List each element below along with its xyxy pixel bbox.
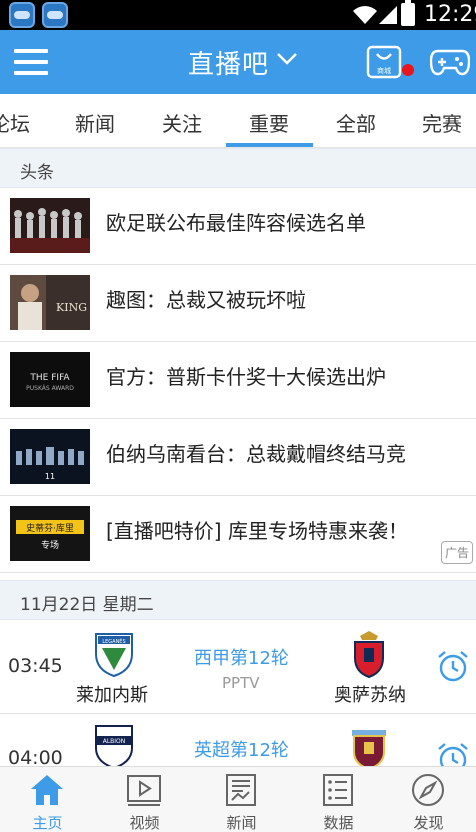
alarm-clock-icon[interactable]	[436, 649, 470, 683]
news-item[interactable]: THE FIFA PUSKÁS AWARD 官方：普斯卡什奖十大候选出炉	[0, 342, 476, 419]
news-thumbnail	[10, 198, 90, 253]
team-badge-osasuna	[354, 631, 384, 678]
nav-label: 新闻	[226, 814, 257, 832]
gamepad-icon[interactable]	[430, 47, 470, 77]
app-header: 直播吧 商城	[0, 30, 476, 94]
page-title[interactable]: 直播吧	[188, 44, 269, 81]
news-item-ad[interactable]: 史蒂芬·库里 专场 [直播吧特价] 库里专场特惠来袭！ 广告	[0, 496, 476, 573]
notification-dot	[402, 64, 414, 76]
shop-icon[interactable]: 商城	[366, 44, 402, 80]
signal-icon	[379, 6, 397, 24]
section-header-headlines: 头条	[0, 148, 476, 188]
tab-finished[interactable]: 完赛	[422, 108, 462, 137]
data-icon	[323, 774, 353, 806]
team-badge-west-brom: ALBION	[95, 725, 133, 770]
compass-icon	[412, 774, 444, 806]
tab-all[interactable]: 全部	[336, 108, 376, 137]
news-item[interactable]: 11 伯纳乌南看台：总裁戴帽终结马竞	[0, 419, 476, 496]
team-badge-burnley	[352, 730, 386, 770]
home-icon	[31, 775, 63, 805]
news-title: 官方：普斯卡什奖十大候选出炉	[106, 365, 386, 389]
nav-news[interactable]: 新闻	[194, 767, 289, 832]
match-channel: PPTV	[222, 674, 260, 692]
nav-label: 视频	[129, 814, 160, 832]
thumbnail-text: KING	[56, 301, 87, 314]
tab-follow[interactable]: 关注	[162, 108, 202, 137]
match-row[interactable]: 03:45 LEGANÉS 莱加内斯 西甲第12轮 PPTV 奥萨苏纳	[0, 622, 476, 714]
section-header-date: 11月22日 星期二	[0, 580, 476, 620]
news-thumbnail: KING	[10, 275, 90, 330]
team-badge-leganes: LEGANÉS	[95, 633, 133, 678]
match-league: 英超第12轮	[194, 740, 289, 761]
status-bar: 12:29	[0, 0, 476, 30]
nav-data[interactable]: 数据	[291, 767, 386, 832]
video-icon	[127, 775, 161, 806]
news-title: 伯纳乌南看台：总裁戴帽终结马竞	[106, 442, 406, 466]
match-time: 03:45	[8, 655, 63, 677]
news-thumbnail: THE FIFA PUSKÁS AWARD	[10, 352, 90, 407]
thumbnail-text: PUSKÁS AWARD	[26, 385, 74, 392]
battery-icon	[401, 0, 415, 26]
nav-label: 数据	[323, 814, 354, 832]
badge-text: LEGANÉS	[102, 637, 125, 645]
news-item[interactable]: KING 趣图：总裁又被玩坏啦	[0, 265, 476, 342]
section-label: 11月22日 星期二	[20, 595, 154, 615]
category-tabs: 论坛 新闻 关注 重要 全部 完赛	[0, 94, 476, 148]
thumbnail-text: 史蒂芬·库里	[26, 522, 74, 534]
tab-news[interactable]: 新闻	[75, 108, 115, 137]
news-thumbnail: 史蒂芬·库里 专场	[10, 506, 90, 561]
news-icon	[226, 774, 256, 806]
news-title: 趣图：总裁又被玩坏啦	[106, 288, 306, 312]
match-league: 西甲第12轮	[194, 648, 289, 669]
wifi-icon	[353, 6, 377, 24]
thumbnail-text: 11	[45, 472, 55, 481]
clock: 12:29	[424, 2, 476, 27]
tab-important[interactable]: 重要	[249, 108, 289, 137]
thumbnail-text: THE FIFA	[29, 373, 70, 383]
thumbnail-text: 专场	[41, 539, 59, 551]
nav-label: 发现	[413, 814, 444, 832]
nav-video[interactable]: 视频	[97, 767, 192, 832]
nav-label: 主页	[32, 814, 63, 832]
active-tab-indicator	[226, 143, 313, 147]
news-item[interactable]: 欧足联公布最佳阵容候选名单	[0, 188, 476, 265]
away-team-name: 奥萨苏纳	[334, 685, 406, 706]
notification-app-icon	[9, 2, 35, 28]
ad-badge: 广告	[441, 541, 474, 564]
news-thumbnail: 11	[10, 429, 90, 484]
bottom-navigation: 主页 视频 新闻 数据 发现	[0, 766, 476, 832]
chevron-down-icon[interactable]	[276, 52, 298, 66]
tab-forum[interactable]: 论坛	[0, 108, 30, 137]
nav-discover[interactable]: 发现	[381, 767, 476, 832]
nav-home[interactable]: 主页	[0, 767, 95, 832]
badge-text: ALBION	[103, 738, 126, 745]
news-title: 欧足联公布最佳阵容候选名单	[106, 211, 366, 235]
menu-button[interactable]	[14, 47, 48, 77]
home-team-name: 莱加内斯	[76, 685, 148, 706]
news-title: [直播吧特价] 库里专场特惠来袭！	[106, 519, 408, 543]
section-label: 头条	[20, 163, 54, 183]
notification-app-icon	[42, 2, 68, 28]
shop-label: 商城	[377, 66, 391, 75]
